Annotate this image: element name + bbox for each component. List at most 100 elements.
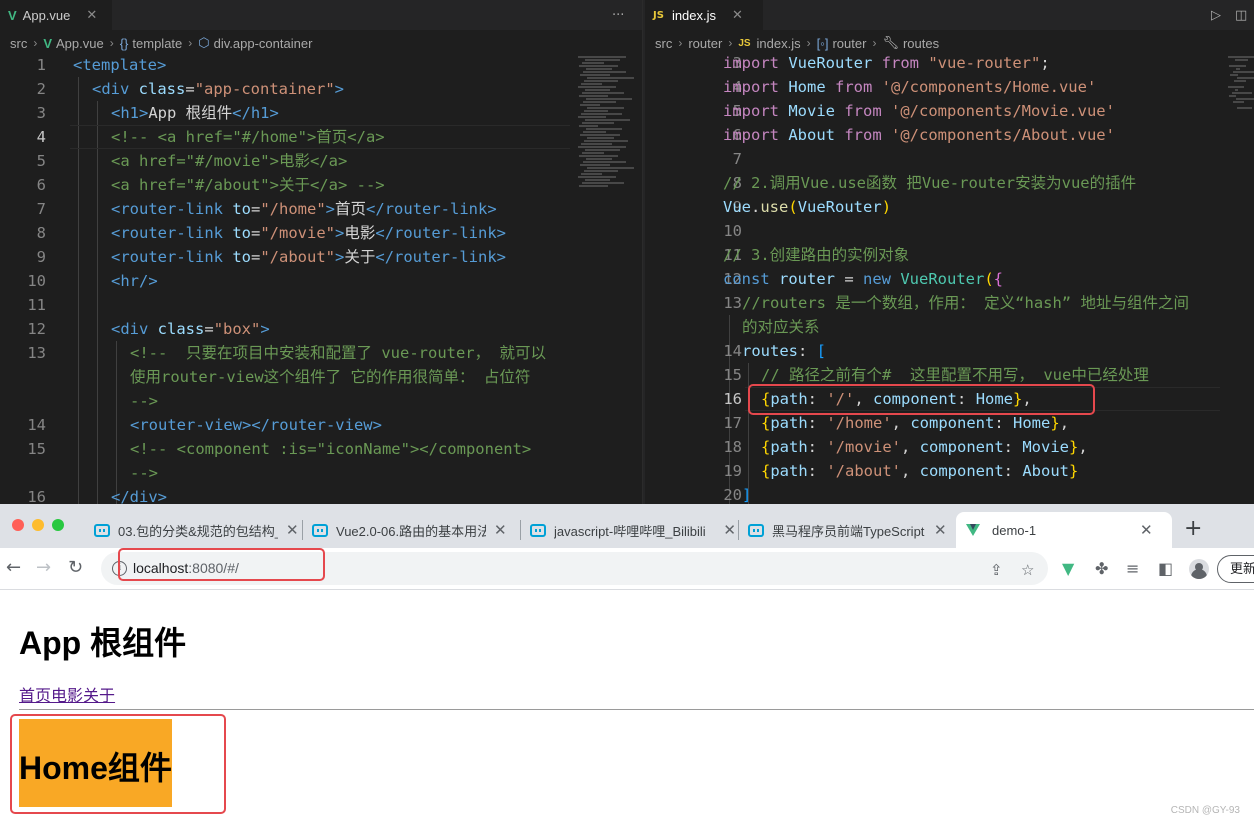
code-line[interactable]: 6 <a href="#/about">关于</a> --> bbox=[0, 173, 642, 197]
code-line[interactable]: 16 {path: '/', component: Home}, bbox=[645, 387, 1254, 411]
link-movie[interactable]: 电影 bbox=[51, 688, 83, 705]
code-line[interactable]: 7 bbox=[645, 147, 1254, 171]
code-line[interactable]: 8// 2.调用Vue.use函数 把Vue-router安装为vue的插件 bbox=[645, 171, 1254, 195]
address-bar[interactable]: i localhost:8080/#/ ⇪ ☆ bbox=[101, 552, 1048, 585]
back-button[interactable]: ← bbox=[6, 558, 21, 578]
code-line[interactable]: 13//routers 是一个数组，作用： 定义“hash” 地址与组件之间 bbox=[645, 291, 1254, 315]
token: //routers 是一个数组，作用： 定义“hash” 地址与组件之间 bbox=[742, 294, 1189, 312]
close-icon[interactable]: ✕ bbox=[286, 521, 299, 539]
token: routes bbox=[742, 342, 798, 360]
breadcrumb-file[interactable]: App.vue bbox=[56, 36, 104, 51]
forward-button[interactable]: → bbox=[36, 558, 51, 578]
code-line[interactable]: 4 <!-- <a href="#/home">首页</a> bbox=[0, 125, 642, 149]
code-editor-left[interactable]: 1 <template> 2 <div class="app-container"> 3… bbox=[0, 53, 642, 504]
share-icon[interactable]: ⇪ bbox=[990, 561, 1003, 579]
close-icon[interactable]: ✕ bbox=[1140, 521, 1153, 539]
code-line[interactable]: 6 import About from '@/components/About.v… bbox=[645, 123, 1254, 147]
code-line[interactable]: 18 {path: '/movie', component: Movie}, bbox=[645, 435, 1254, 459]
close-icon[interactable]: ✕ bbox=[86, 7, 97, 23]
browser-tab[interactable]: 黑马程序员前端TypeScript ✕ bbox=[748, 512, 954, 548]
browser-tab[interactable]: javascript-哔哩哔哩_Bilibili ✕ bbox=[530, 512, 736, 548]
code-line[interactable]: 10 bbox=[645, 219, 1254, 243]
code-line[interactable]: 5 import Movie from '@/components/Movie.v… bbox=[645, 99, 1254, 123]
token: const bbox=[723, 270, 779, 288]
code-line[interactable]: 12 <div class="box"> bbox=[0, 317, 642, 341]
watermark: CSDN @GY-93 bbox=[1170, 805, 1240, 816]
close-icon[interactable]: ✕ bbox=[723, 521, 736, 539]
breadcrumb-symbol[interactable]: routes bbox=[903, 36, 939, 51]
token: '/home' bbox=[826, 414, 892, 432]
code-line[interactable]: --> bbox=[0, 389, 642, 413]
code-line[interactable]: 20] bbox=[645, 483, 1254, 504]
media-control-icon[interactable]: ≡ bbox=[1126, 559, 1139, 578]
tab-title: demo-1 bbox=[992, 522, 1037, 538]
extensions-puzzle-icon[interactable]: ✤ bbox=[1095, 559, 1108, 578]
code-line[interactable]: 7 <router-link to="/home">首页</router-link… bbox=[0, 197, 642, 221]
reload-button[interactable]: ↻ bbox=[68, 558, 83, 578]
vue-devtools-icon[interactable]: ▼ bbox=[1062, 559, 1074, 578]
link-about[interactable]: 关于 bbox=[83, 688, 115, 705]
browser-tab[interactable]: 03.包的分类&规范的包结构_ ✕ bbox=[94, 512, 300, 548]
home-component-box: Home组件 bbox=[19, 719, 172, 807]
more-actions-icon[interactable]: ··· bbox=[612, 0, 624, 30]
new-tab-button[interactable]: + bbox=[1184, 516, 1202, 541]
code-line[interactable]: --> bbox=[0, 461, 642, 485]
browser-tab[interactable]: Vue2.0-06.路由的基本用法 ✕ bbox=[312, 512, 518, 548]
browser-tab-active[interactable]: demo-1 ✕ bbox=[956, 512, 1172, 548]
url-text[interactable]: localhost:8080/#/ bbox=[133, 560, 239, 576]
tab-app-vue[interactable]: V App.vue ✕ bbox=[0, 0, 112, 30]
breadcrumb-file[interactable]: index.js bbox=[757, 36, 801, 51]
code-line[interactable]: 15 // 路径之前有个# 这里配置不用写， vue中已经处理 bbox=[645, 363, 1254, 387]
breadcrumb-section[interactable]: template bbox=[132, 36, 182, 51]
close-icon[interactable]: ✕ bbox=[934, 521, 947, 539]
maximize-window-button[interactable] bbox=[52, 519, 64, 531]
close-icon[interactable]: ✕ bbox=[494, 521, 507, 539]
code-line[interactable]: 使用router-view这个组件了 它的作用很简单： 占位符 bbox=[0, 365, 642, 389]
code-line[interactable]: 9 <router-link to="/about">关于</router-lin… bbox=[0, 245, 642, 269]
breadcrumb-element[interactable]: div.app-container bbox=[214, 36, 313, 51]
code-line[interactable]: 16 </div> bbox=[0, 485, 642, 504]
code-line[interactable]: 11 bbox=[0, 293, 642, 317]
code-line[interactable]: 8 <router-link to="/movie">电影</router-lin… bbox=[0, 221, 642, 245]
url-path: :8080/#/ bbox=[188, 560, 239, 576]
code-line[interactable]: 1 <template> bbox=[0, 53, 642, 77]
component-title: Home组件 bbox=[19, 750, 172, 786]
code-line[interactable]: 4 import Home from '@/components/Home.vue… bbox=[645, 75, 1254, 99]
chevron-right-icon: › bbox=[109, 36, 114, 50]
code-line[interactable]: 19 {path: '/about', component: About} bbox=[645, 459, 1254, 483]
breadcrumb-folder[interactable]: src bbox=[10, 36, 27, 51]
code-line[interactable]: 5 <a href="#/movie">电影</a> bbox=[0, 149, 642, 173]
breadcrumb-symbol[interactable]: router bbox=[832, 36, 866, 51]
code-line[interactable]: 12 const router = new VueRouter({ bbox=[645, 267, 1254, 291]
code-line[interactable]: 2 <div class="app-container"> bbox=[0, 77, 642, 101]
breadcrumb-folder[interactable]: src bbox=[655, 36, 672, 51]
bookmark-star-icon[interactable]: ☆ bbox=[1021, 561, 1034, 579]
code-line[interactable]: 的对应关系 bbox=[645, 315, 1254, 339]
update-button[interactable]: 更新 bbox=[1217, 555, 1254, 583]
minimize-window-button[interactable] bbox=[32, 519, 44, 531]
token: import bbox=[723, 78, 789, 96]
site-info-icon[interactable]: i bbox=[112, 561, 127, 576]
link-home[interactable]: 首页 bbox=[19, 688, 51, 705]
code-line[interactable]: 15 <!-- <component :is="iconName"></compo… bbox=[0, 437, 642, 461]
code-line[interactable]: 13 <!-- 只要在项目中安装和配置了 vue-router， 就可以 bbox=[0, 341, 642, 365]
code-line[interactable]: 10 <hr/> bbox=[0, 269, 642, 293]
token: : bbox=[807, 438, 827, 456]
split-editor-icon[interactable]: ◫ bbox=[1235, 0, 1247, 30]
code-line[interactable]: 3 <h1>App 根组件</h1> bbox=[0, 101, 642, 125]
code-line[interactable]: 3 import VueRouter from "vue-router"; bbox=[645, 51, 1254, 75]
code-editor-right[interactable]: 3 import VueRouter from "vue-router"; 4 imp… bbox=[645, 51, 1254, 504]
code-line[interactable]: 14 routes: [ bbox=[645, 339, 1254, 363]
profile-avatar[interactable] bbox=[1189, 559, 1209, 579]
code-line[interactable]: 17 {path: '/home', component: Home}, bbox=[645, 411, 1254, 435]
code-text: <a href="#/movie">电影</a> bbox=[111, 149, 347, 173]
tab-index-js[interactable]: JS index.js ✕ bbox=[645, 0, 763, 30]
close-window-button[interactable] bbox=[12, 519, 24, 531]
code-line[interactable]: 14 <router-view></router-view> bbox=[0, 413, 642, 437]
close-icon[interactable]: ✕ bbox=[732, 7, 743, 23]
side-panel-icon[interactable]: ◧ bbox=[1158, 559, 1173, 578]
run-icon[interactable]: ▷ bbox=[1211, 0, 1221, 30]
code-line[interactable]: 11// 3.创建路由的实例对象 bbox=[645, 243, 1254, 267]
code-line[interactable]: 9 Vue.use(VueRouter) bbox=[645, 195, 1254, 219]
breadcrumb-folder[interactable]: router bbox=[688, 36, 722, 51]
